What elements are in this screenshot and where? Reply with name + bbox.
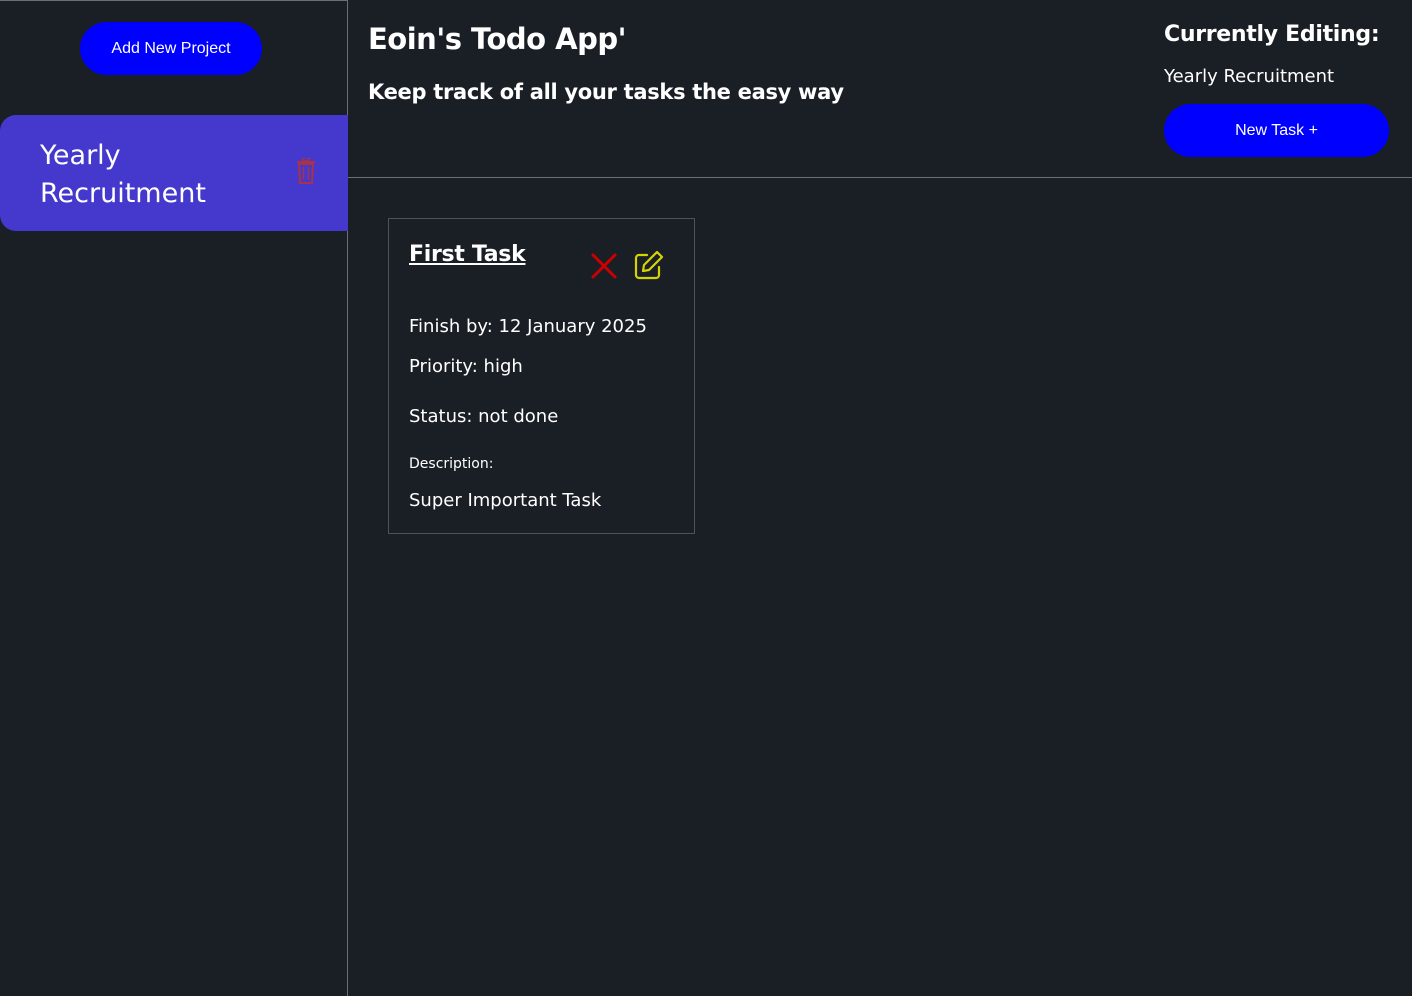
sidebar: Add New Project Yearly Recruitment (0, 0, 348, 996)
header: Eoin's Todo App' Keep track of all your … (348, 0, 1412, 178)
edit-icon[interactable] (633, 249, 665, 281)
app-root: Add New Project Yearly Recruitment Eoin'… (0, 0, 1412, 996)
task-card: First Task Finish by: 12 January 2025 Pr… (388, 218, 695, 534)
task-priority: Priority: high (409, 356, 523, 377)
close-icon[interactable] (590, 252, 618, 280)
task-status: Status: not done (409, 406, 559, 427)
currently-editing-label: Currently Editing: (1164, 22, 1380, 47)
task-description-label: Description: (409, 456, 494, 472)
trash-icon[interactable] (296, 158, 316, 184)
task-description: Super Important Task (409, 490, 602, 511)
task-finish-by: Finish by: 12 January 2025 (409, 316, 647, 337)
page-title: Eoin's Todo App' (368, 22, 627, 56)
task-title[interactable]: First Task (409, 242, 526, 267)
project-name: Yearly Recruitment (40, 140, 206, 209)
page-subtitle: Keep track of all your tasks the easy wa… (368, 80, 844, 104)
add-project-button[interactable]: Add New Project (80, 22, 262, 75)
currently-editing-project: Yearly Recruitment (1164, 66, 1335, 87)
sidebar-item-yearly-recruitment[interactable]: Yearly Recruitment (0, 115, 348, 231)
new-task-button[interactable]: New Task + (1164, 104, 1389, 157)
